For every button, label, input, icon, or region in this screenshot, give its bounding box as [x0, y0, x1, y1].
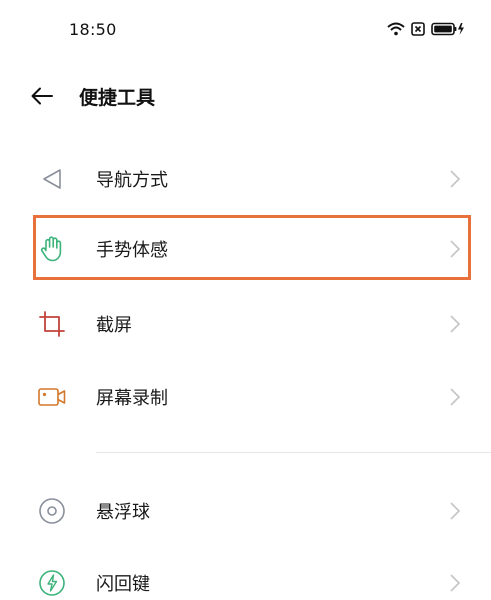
list-item-flashback-key[interactable]: 闪回键 [0, 553, 491, 600]
chevron-right-icon [449, 573, 461, 593]
list-item-screen-recording[interactable]: 屏幕录制 [0, 367, 491, 427]
back-button[interactable] [26, 82, 58, 114]
screen-record-camera-icon [36, 381, 68, 413]
chevron-right-icon [449, 239, 461, 259]
chevron-right-icon [449, 314, 461, 334]
chevron-right-icon [449, 387, 461, 407]
list-item-label: 闪回键 [96, 574, 150, 595]
list-item-screenshot[interactable]: 截屏 [0, 294, 491, 354]
floating-ball-icon [36, 495, 68, 527]
list-item-label: 屏幕录制 [96, 388, 168, 409]
wifi-icon [387, 22, 405, 36]
crop-screenshot-icon [36, 308, 68, 340]
navigation-triangle-icon [36, 163, 68, 195]
list-item-label: 截屏 [96, 315, 132, 336]
hand-gesture-icon [36, 233, 68, 265]
screen: 18:50 便捷工具 导航方式 手势体感 截屏 屏幕录制 悬浮球 闪回键 [0, 0, 491, 600]
battery-charging-icon [431, 22, 465, 36]
status-icons [387, 22, 465, 36]
page-title: 便捷工具 [79, 87, 156, 109]
list-item-navigation-mode[interactable]: 导航方式 [0, 149, 491, 209]
list-item-label: 导航方式 [96, 170, 168, 191]
list-item-gesture-motion[interactable]: 手势体感 [0, 219, 491, 279]
arrow-left-icon [31, 87, 53, 109]
list-item-floating-ball[interactable]: 悬浮球 [0, 481, 491, 541]
status-time: 18:50 [69, 20, 117, 39]
chevron-right-icon [449, 501, 461, 521]
list-item-label: 手势体感 [96, 240, 168, 261]
flashback-key-icon [36, 567, 68, 599]
chevron-right-icon [449, 169, 461, 189]
list-item-label: 悬浮球 [96, 502, 150, 523]
section-divider [96, 452, 491, 453]
sim-blocked-icon [411, 22, 425, 36]
